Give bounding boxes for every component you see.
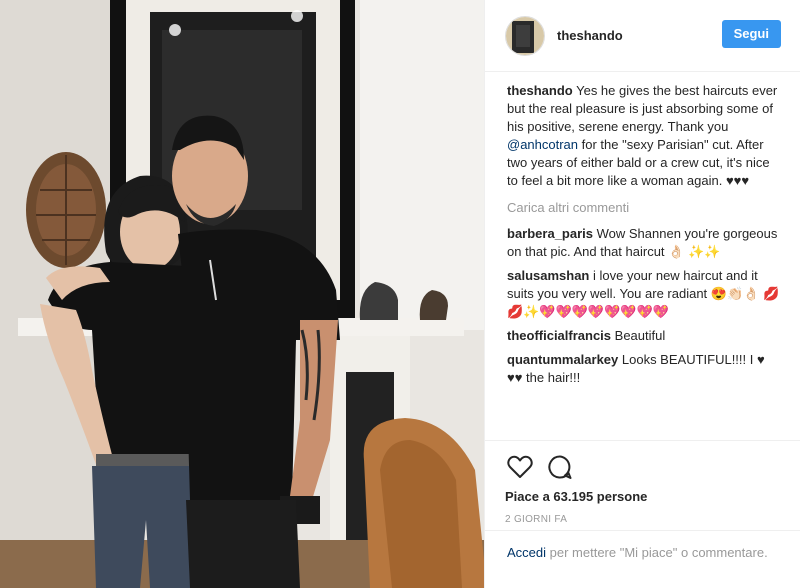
photo-illustration — [0, 0, 484, 588]
comment-item: barbera_paris Wow Shannen you're gorgeou… — [507, 225, 781, 261]
post-timestamp: 2 GIORNI FA — [505, 514, 568, 525]
comment-username[interactable]: quantummalarkey — [507, 352, 618, 367]
comment-username[interactable]: ... — [507, 394, 518, 401]
comment-username[interactable]: salusamshan — [507, 268, 589, 283]
post-header: theshando Segui — [485, 0, 800, 72]
comment-username[interactable]: barbera_paris — [507, 226, 593, 241]
comment-item: theofficialfrancis Beautiful — [507, 327, 781, 345]
avatar[interactable] — [505, 15, 545, 56]
comment-item-truncated: ... ... — [507, 393, 781, 401]
author-username[interactable]: theshando — [557, 28, 623, 43]
login-prompt-text: per mettere "Mi piace" o commentare. — [546, 545, 768, 560]
action-icons-row — [505, 449, 781, 485]
post-caption: theshando Yes he gives the best haircuts… — [507, 82, 781, 190]
comment-username[interactable]: theofficialfrancis — [507, 328, 611, 343]
instagram-post: theshando Segui theshando Yes he gives t… — [0, 0, 800, 588]
comment-text: ... — [518, 394, 532, 401]
load-more-comments-link[interactable]: Carica altri commenti — [507, 200, 781, 215]
comments-list: theshando Yes he gives the best haircuts… — [485, 72, 800, 440]
post-photo[interactable] — [0, 0, 484, 588]
avatar-image — [506, 16, 544, 55]
caption-mention-link[interactable]: @anhcotran — [507, 137, 578, 152]
login-prompt: Accedi per mettere "Mi piace" o commenta… — [485, 530, 800, 588]
comment-text: Beautiful — [611, 328, 666, 343]
comment-item: quantummalarkey Looks BEAUTIFUL!!!! I ♥ … — [507, 351, 781, 387]
post-actions: Piace a 63.195 persone 2 GIORNI FA — [485, 440, 800, 525]
follow-button[interactable]: Segui — [721, 20, 781, 48]
comment-item: salusamshan i love your new haircut and … — [507, 267, 781, 321]
caption-username[interactable]: theshando — [507, 83, 573, 98]
comment-bubble-icon[interactable] — [545, 452, 575, 482]
login-link[interactable]: Accedi — [507, 545, 546, 560]
likes-count[interactable]: Piace a 63.195 persone — [505, 489, 781, 504]
heart-icon[interactable] — [505, 452, 535, 482]
post-sidebar: theshando Segui theshando Yes he gives t… — [484, 0, 800, 588]
